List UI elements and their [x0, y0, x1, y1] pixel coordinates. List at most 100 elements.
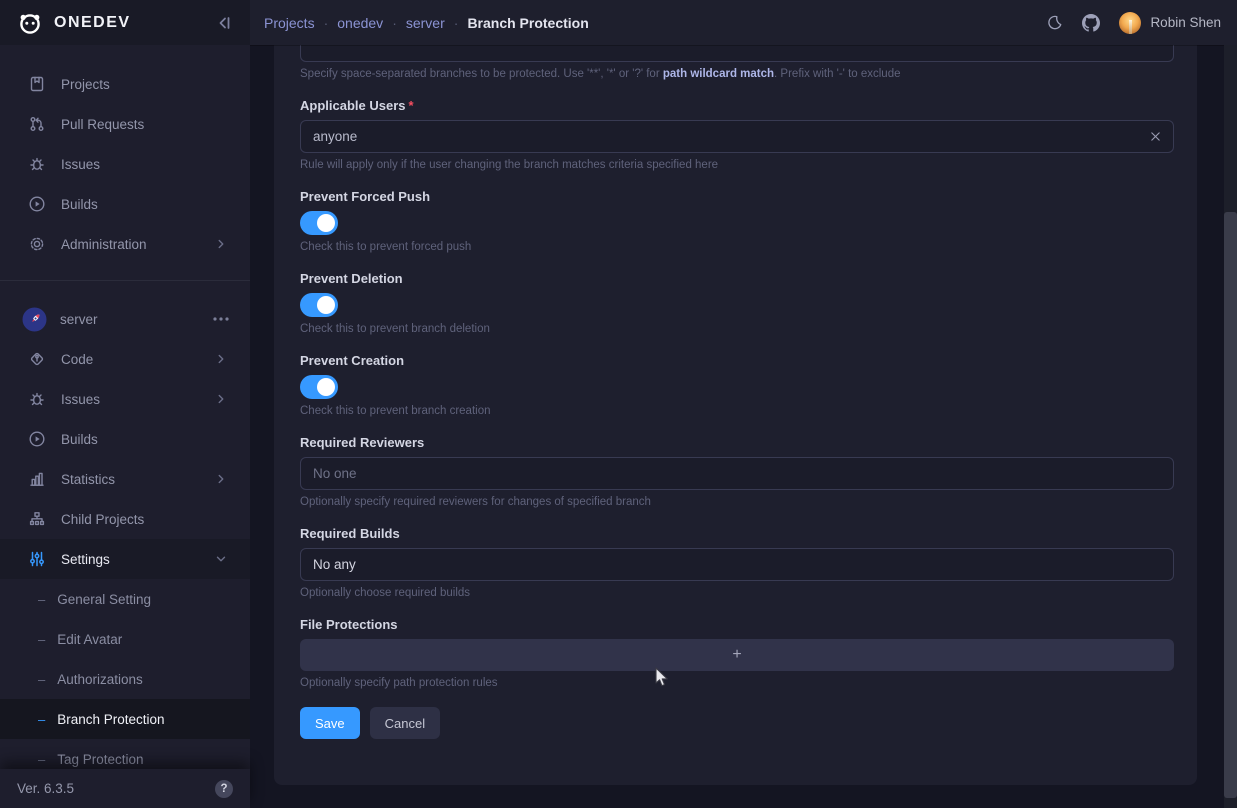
sidebar-subitem-general-setting[interactable]: – General Setting: [0, 579, 250, 619]
project-avatar: [22, 307, 47, 332]
branch-protection-form: Specify space-separated branches to be p…: [274, 45, 1197, 785]
git-branch-icon: [28, 350, 46, 368]
applicable-users-label-text: Applicable Users: [300, 98, 406, 113]
prevent-forced-push-help: Check this to prevent forced push: [300, 241, 1174, 253]
sidebar-item-pull-requests[interactable]: Pull Requests: [0, 104, 250, 144]
sidebar-subitem-authorizations[interactable]: – Authorizations: [0, 659, 250, 699]
help-icon[interactable]: ?: [215, 780, 233, 798]
more-options-icon[interactable]: [212, 316, 230, 322]
dash-bullet-icon: –: [38, 752, 45, 767]
save-button[interactable]: Save: [300, 707, 360, 739]
sidebar-item-label: Settings: [61, 552, 110, 567]
branches-help-pre: Specify space-separated branches to be p…: [300, 68, 663, 80]
required-reviewers-label: Required Reviewers: [300, 435, 1174, 450]
sidebar-item-statistics[interactable]: Statistics: [0, 459, 250, 499]
sidebar-item-administration[interactable]: Administration: [0, 224, 250, 264]
sidebar-item-label: Statistics: [61, 472, 115, 487]
scrollbar-thumb[interactable]: [1224, 212, 1237, 798]
github-icon[interactable]: [1082, 14, 1100, 32]
play-circle-icon: [28, 430, 46, 448]
sidebar-subitem-branch-protection[interactable]: – Branch Protection: [0, 699, 250, 739]
sidebar-collapse-icon[interactable]: [216, 14, 234, 32]
dark-mode-moon-icon[interactable]: [1046, 14, 1063, 31]
sidebar-item-child-projects[interactable]: Child Projects: [0, 499, 250, 539]
prevent-creation-help: Check this to prevent branch creation: [300, 405, 1174, 417]
path-wildcard-match-link[interactable]: path wildcard match: [663, 68, 774, 80]
prevent-forced-push-label: Prevent Forced Push: [300, 189, 1174, 204]
prevent-forced-push-toggle[interactable]: [300, 211, 338, 235]
bar-chart-icon: [28, 470, 46, 488]
topbar: Projects · onedev · server · Branch Prot…: [250, 0, 1237, 45]
sidebar-item-project-issues[interactable]: Issues: [0, 379, 250, 419]
pull-request-icon: [28, 115, 46, 133]
topbar-actions: Robin Shen: [1027, 12, 1221, 34]
sidebar-project-section: server Code Issues: [0, 281, 250, 779]
sidebar-item-label: Administration: [61, 237, 147, 252]
required-builds-input[interactable]: No any: [300, 548, 1174, 581]
sidebar-item-settings[interactable]: Settings: [0, 539, 250, 579]
onedev-logo-icon[interactable]: [17, 10, 43, 36]
required-builds-help: Optionally choose required builds: [300, 587, 1174, 599]
sidebar-item-issues[interactable]: Issues: [0, 144, 250, 184]
breadcrumb-separator: ·: [324, 15, 329, 31]
branches-help-post: . Prefix with '-' to exclude: [774, 68, 900, 80]
user-avatar[interactable]: [1119, 12, 1141, 34]
sidebar-subitem-label: Edit Avatar: [57, 632, 122, 647]
prevent-deletion-label: Prevent Deletion: [300, 271, 1174, 286]
play-circle-icon: [28, 195, 46, 213]
add-file-protection-button[interactable]: +: [300, 639, 1174, 671]
gear-icon: [28, 235, 46, 253]
toggle-knob: [317, 296, 335, 314]
required-reviewers-input[interactable]: No one: [300, 457, 1174, 490]
sidebar-item-label: Projects: [61, 77, 110, 92]
brand-name: ONEDEV: [54, 14, 131, 32]
sidebar-item-label: Child Projects: [61, 512, 144, 527]
scrollbar-track[interactable]: [1224, 45, 1237, 808]
file-protections-label: File Protections: [300, 617, 1174, 632]
form-actions: Save Cancel: [300, 707, 1174, 739]
bug-icon: [28, 390, 46, 408]
book-icon: [28, 75, 46, 93]
main-content: Specify space-separated branches to be p…: [250, 45, 1237, 808]
breadcrumb-server[interactable]: server: [406, 15, 445, 31]
toggle-knob: [317, 214, 335, 232]
page-title: Branch Protection: [467, 15, 588, 31]
prevent-creation-toggle[interactable]: [300, 375, 338, 399]
chevron-right-icon: [214, 472, 228, 486]
sidebar-subitem-edit-avatar[interactable]: – Edit Avatar: [0, 619, 250, 659]
sidebar: ONEDEV Projects Pull Requests Issues: [0, 0, 250, 808]
breadcrumb-separator: ·: [392, 15, 397, 31]
breadcrumb-onedev[interactable]: onedev: [337, 15, 383, 31]
applicable-users-input[interactable]: anyone: [300, 120, 1174, 153]
sidebar-item-projects[interactable]: Projects: [0, 64, 250, 104]
sidebar-item-label: Issues: [61, 392, 100, 407]
chevron-right-icon: [214, 352, 228, 366]
sidebar-item-builds[interactable]: Builds: [0, 184, 250, 224]
version-label: Ver. 6.3.5: [17, 781, 74, 796]
sidebar-item-label: Pull Requests: [61, 117, 144, 132]
sidebar-main-nav: Projects Pull Requests Issues Builds Adm…: [0, 45, 250, 264]
branches-input[interactable]: [300, 45, 1174, 62]
sidebar-subitem-label: Authorizations: [57, 672, 143, 687]
bug-icon: [28, 155, 46, 173]
chevron-right-icon: [214, 237, 228, 251]
sidebar-item-code[interactable]: Code: [0, 339, 250, 379]
cancel-button[interactable]: Cancel: [370, 707, 440, 739]
branches-help: Specify space-separated branches to be p…: [300, 68, 1174, 80]
prevent-creation-label: Prevent Creation: [300, 353, 1174, 368]
prevent-deletion-toggle[interactable]: [300, 293, 338, 317]
required-reviewers-help: Optionally specify required reviewers fo…: [300, 496, 1174, 508]
chevron-down-icon: [214, 552, 228, 566]
sidebar-item-label: Builds: [61, 432, 98, 447]
dash-bullet-icon: –: [38, 632, 45, 647]
user-name[interactable]: Robin Shen: [1150, 15, 1221, 30]
sidebar-item-project-builds[interactable]: Builds: [0, 419, 250, 459]
breadcrumb-projects[interactable]: Projects: [264, 15, 315, 31]
project-switcher[interactable]: server: [0, 299, 250, 339]
sidebar-subitem-label: Branch Protection: [57, 712, 164, 727]
clear-icon[interactable]: [1150, 131, 1161, 142]
sidebar-item-label: Builds: [61, 197, 98, 212]
prevent-deletion-help: Check this to prevent branch deletion: [300, 323, 1174, 335]
sidebar-item-label: Code: [61, 352, 93, 367]
required-asterisk: *: [409, 98, 414, 113]
